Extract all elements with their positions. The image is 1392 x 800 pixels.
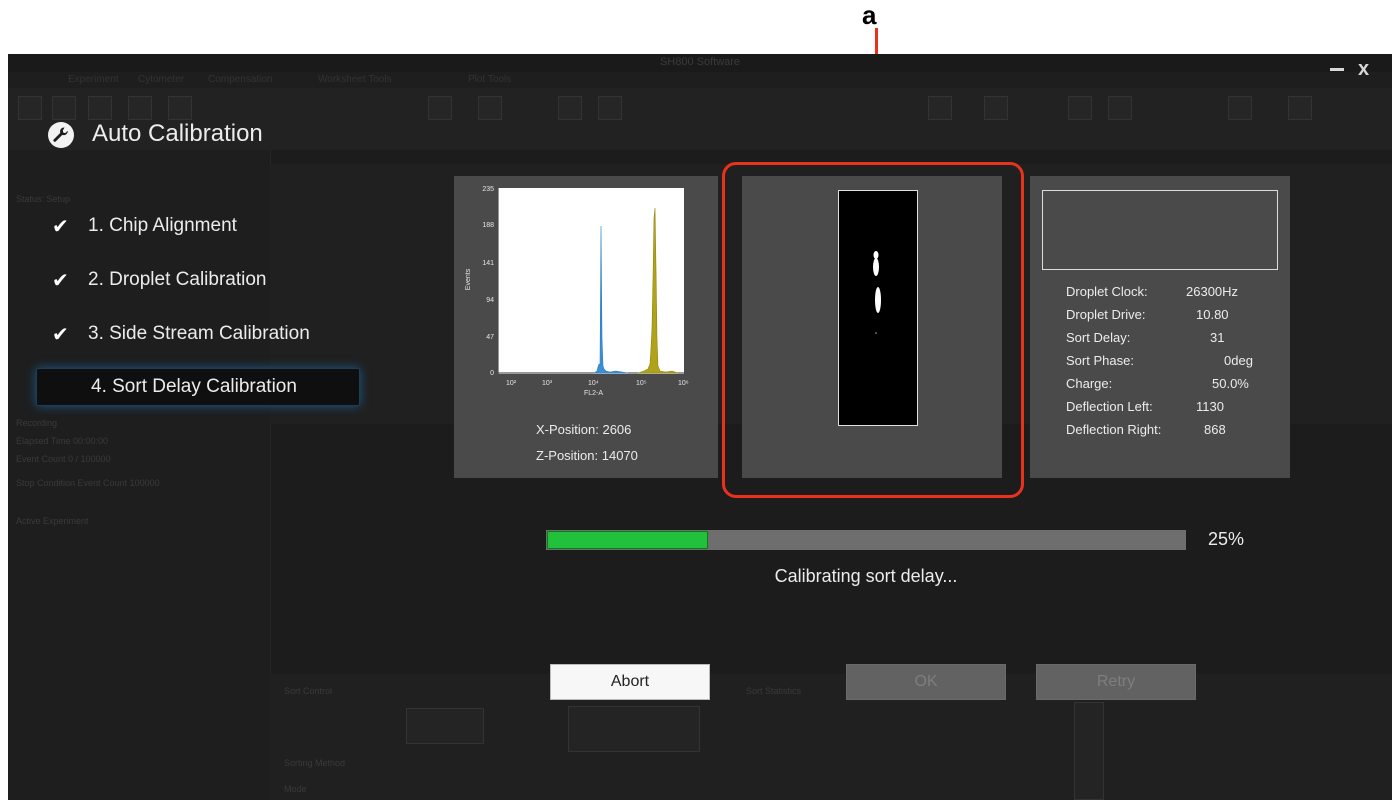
charge-value: 50.0% (1212, 376, 1249, 391)
sort-statistics-label: Sort Statistics (746, 686, 802, 696)
droplet-drive-label: Droplet Drive: (1066, 307, 1146, 322)
event-count: Event Count 0 / 100000 (16, 454, 111, 464)
elapsed-time: Elapsed Time 00:00:00 (16, 436, 109, 446)
x-position: X-Position: 2606 (536, 422, 632, 437)
ribbon-button[interactable] (428, 96, 452, 120)
window-title: SH800 Software (659, 56, 741, 68)
ribbon-button[interactable] (1108, 96, 1132, 120)
step-chip-alignment: ✔ 1. Chip Alignment (36, 208, 358, 244)
ribbon-button[interactable] (1068, 96, 1092, 120)
wrench-icon (48, 122, 74, 148)
status-message: Calibrating sort delay... (774, 566, 958, 586)
deflection-right-value: 868 (1204, 422, 1226, 437)
ribbon-button[interactable] (128, 96, 152, 120)
y-tick: 188 (482, 222, 494, 229)
charge-label: Charge: (1066, 376, 1113, 391)
recording-label: Recording (16, 418, 58, 428)
ribbon-button[interactable] (168, 96, 192, 120)
sort-preview-box (568, 706, 700, 752)
x-tick: 10² (506, 380, 517, 387)
histogram-blue-peak (593, 225, 629, 374)
tab-plot-tools[interactable]: Plot Tools (468, 74, 511, 85)
step-label: 3. Side Stream Calibration (88, 323, 310, 344)
step-label: 1. Chip Alignment (88, 215, 237, 236)
check-icon: ✔ (52, 323, 69, 346)
tab-cytometer[interactable]: Cytometer (138, 74, 184, 85)
sorting-method-label: Sorting Method (284, 758, 346, 768)
progress-percent: 25% (1208, 529, 1245, 549)
step-label: 2. Droplet Calibration (88, 269, 267, 290)
mode-label: Mode (284, 784, 307, 794)
step-droplet-calibration: ✔ 2. Droplet Calibration (36, 262, 358, 298)
step-sort-delay-calibration: 4. Sort Delay Calibration (36, 368, 360, 406)
histogram-plot (498, 188, 684, 374)
app-window: SH800 Software Experiment Cytometer Comp… (8, 54, 1392, 800)
ribbon-button[interactable] (984, 96, 1008, 120)
x-tick: 10³ (542, 380, 553, 387)
ribbon-button[interactable] (478, 96, 502, 120)
ribbon-button[interactable] (88, 96, 112, 120)
z-position: Z-Position: 14070 (536, 448, 638, 463)
droplet-drive-value: 10.80 (1196, 307, 1229, 322)
step-label: 4. Sort Delay Calibration (91, 376, 297, 397)
tab-experiment[interactable]: Experiment (68, 74, 119, 85)
left-panel (8, 150, 271, 800)
parameters-panel: Droplet Clock: 26300Hz Droplet Drive: 10… (1030, 176, 1290, 478)
y-tick: 94 (486, 297, 494, 304)
ribbon-button[interactable] (52, 96, 76, 120)
abort-button[interactable]: Abort (550, 664, 710, 700)
histogram-panel: 235 188 141 94 47 0 Events 10² 10³ 10⁴ 1… (454, 176, 718, 478)
step-side-stream-calibration: ✔ 3. Side Stream Calibration (36, 316, 358, 352)
sort-phase-value: 0deg (1224, 353, 1253, 368)
status-label: Status: Setup (16, 194, 71, 204)
tab-compensation[interactable]: Compensation (208, 74, 272, 85)
ribbon-button[interactable] (18, 96, 42, 120)
sort-control-label: Sort Control (284, 686, 333, 696)
check-icon: ✔ (52, 269, 69, 292)
x-axis-label: FL2-A (584, 390, 604, 397)
progress-bar (546, 530, 1186, 550)
side-stream-image (1042, 190, 1278, 270)
y-tick: 235 (482, 186, 494, 193)
y-axis-label: Events (465, 268, 473, 291)
close-icon[interactable]: x (1358, 58, 1369, 81)
annotation-label: a (862, 0, 877, 30)
histogram-yellow-peak (637, 207, 679, 374)
retry-button[interactable]: Retry (1036, 664, 1196, 700)
ribbon-button[interactable] (1228, 96, 1252, 120)
check-icon: ✔ (52, 215, 69, 238)
progress-bar-fill (547, 531, 708, 549)
load-collection-button[interactable] (406, 708, 484, 744)
dialog-title: Auto Calibration (92, 120, 263, 147)
y-tick: 47 (486, 334, 494, 341)
sort-delay-value: 31 (1210, 330, 1225, 345)
deflection-left-value: 1130 (1196, 399, 1224, 414)
stop-condition: Stop Condition Event Count 100000 (16, 478, 160, 488)
ok-button[interactable]: OK (846, 664, 1006, 700)
deflection-left-label: Deflection Left: (1066, 399, 1153, 414)
x-tick: 10⁶ (678, 380, 689, 387)
y-tick: 0 (490, 370, 494, 377)
ribbon-button[interactable] (928, 96, 952, 120)
annotation-highlight (722, 162, 1024, 498)
ribbon-button[interactable] (558, 96, 582, 120)
histogram-chart (498, 188, 684, 374)
tab-worksheet-tools[interactable]: Worksheet Tools (318, 74, 392, 85)
x-tick: 10⁴ (588, 380, 599, 387)
sort-phase-label: Sort Phase: (1066, 353, 1134, 368)
deflection-right-label: Deflection Right: (1066, 422, 1162, 437)
stream-preview-box (1074, 702, 1104, 800)
droplet-clock-value: 26300Hz (1186, 284, 1239, 299)
droplet-clock-label: Droplet Clock: (1066, 284, 1148, 299)
minimize-icon[interactable] (1330, 68, 1344, 71)
ribbon-button[interactable] (1288, 96, 1312, 120)
active-experiment: Active Experiment (16, 516, 89, 526)
x-tick: 10⁵ (636, 380, 647, 387)
ribbon-button[interactable] (598, 96, 622, 120)
y-tick: 141 (482, 260, 494, 267)
sort-delay-label: Sort Delay: (1066, 330, 1131, 345)
